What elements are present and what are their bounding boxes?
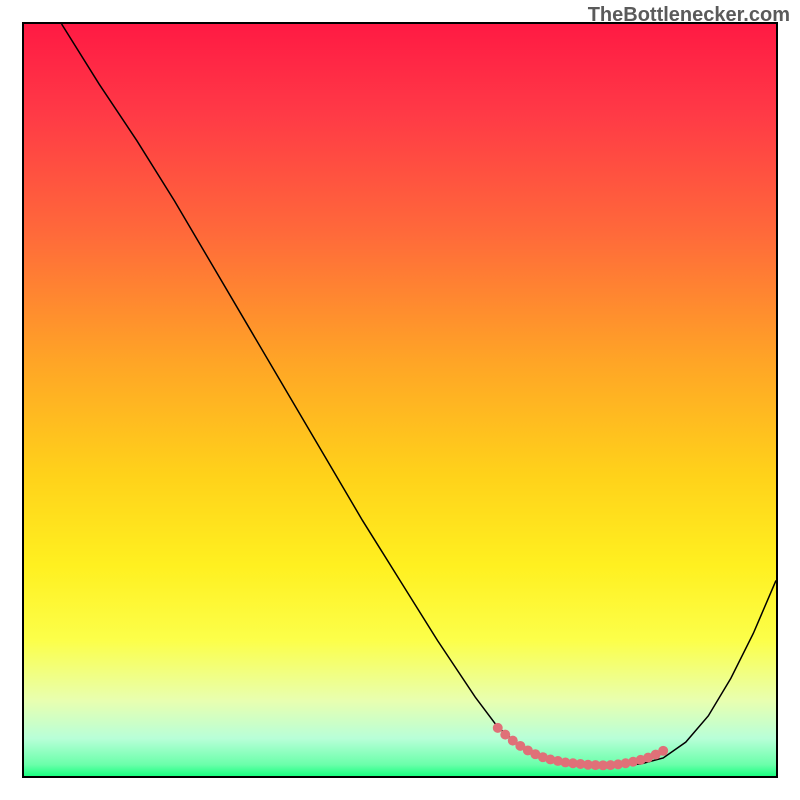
gradient-background	[24, 24, 776, 776]
watermark-text: TheBottlenecker.com	[588, 4, 790, 27]
chart-panel	[22, 22, 778, 778]
